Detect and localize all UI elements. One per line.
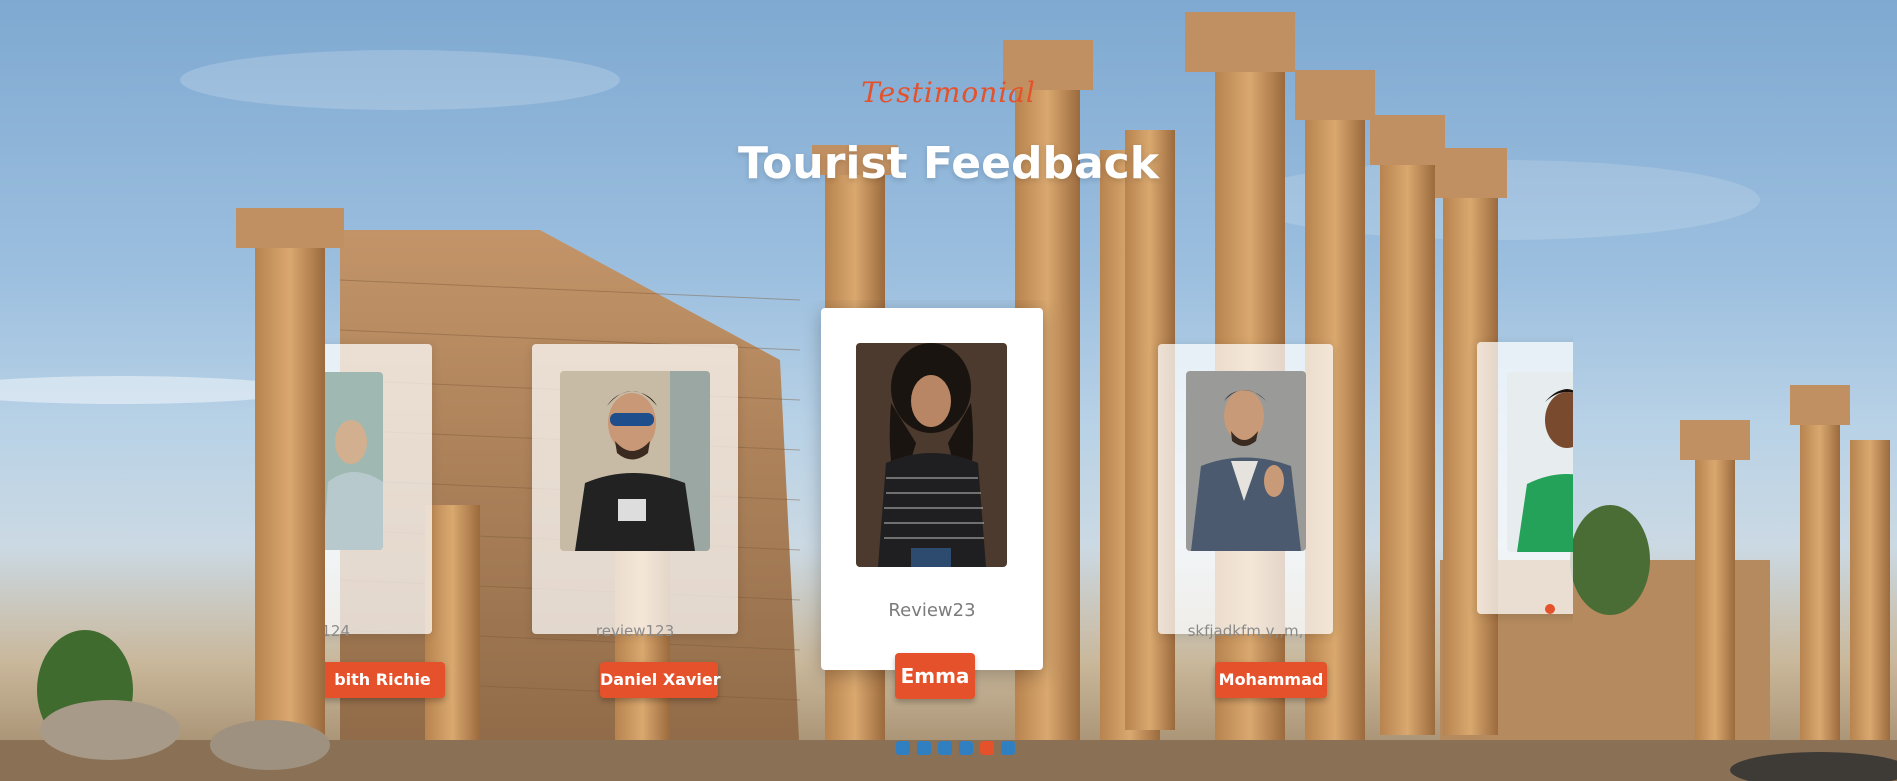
review-text: Review23 [888, 600, 976, 621]
pagination-dot[interactable] [1001, 741, 1015, 755]
pagination-dot[interactable] [896, 741, 910, 755]
review-text: 23124 [325, 622, 350, 640]
section-eyebrow: Testimonial [861, 76, 1036, 109]
reviewer-photo [1186, 371, 1306, 551]
reviewer-photo [325, 372, 383, 550]
pagination-dot[interactable] [938, 741, 952, 755]
pagination-dot-active[interactable] [980, 741, 994, 755]
testimonial-carousel[interactable]: 23124 bith Richie review123 Daniel Xavie… [325, 300, 1573, 720]
testimonial-card[interactable]: review123 Daniel Xavier [532, 344, 738, 698]
review-text: review123 [595, 622, 675, 640]
reviewer-photo [856, 343, 1007, 567]
reviewer-name-button[interactable]: Mohammad [1215, 662, 1327, 698]
testimonial-card[interactable] [1477, 342, 1573, 614]
testimonial-card[interactable]: skfjadkfm,v,,m, Mohammad [1158, 344, 1333, 698]
reviewer-name-button[interactable]: Emma [895, 653, 975, 699]
reviewer-name-button[interactable]: Daniel Xavier [600, 662, 721, 698]
card-indicator-dot [1545, 604, 1555, 614]
reviewer-name-button[interactable]: bith Richie [325, 662, 445, 698]
section-title: Tourist Feedback [737, 138, 1160, 189]
testimonial-card-active[interactable]: Review23 Emma [821, 308, 1043, 699]
carousel-pagination [896, 741, 1015, 755]
testimonial-card[interactable]: 23124 bith Richie [325, 344, 445, 698]
reviewer-photo [1507, 372, 1573, 552]
reviewer-photo [560, 371, 710, 551]
pagination-dot[interactable] [917, 741, 931, 755]
review-text: skfjadkfm,v,,m, [1187, 622, 1304, 640]
pagination-dot[interactable] [959, 741, 973, 755]
